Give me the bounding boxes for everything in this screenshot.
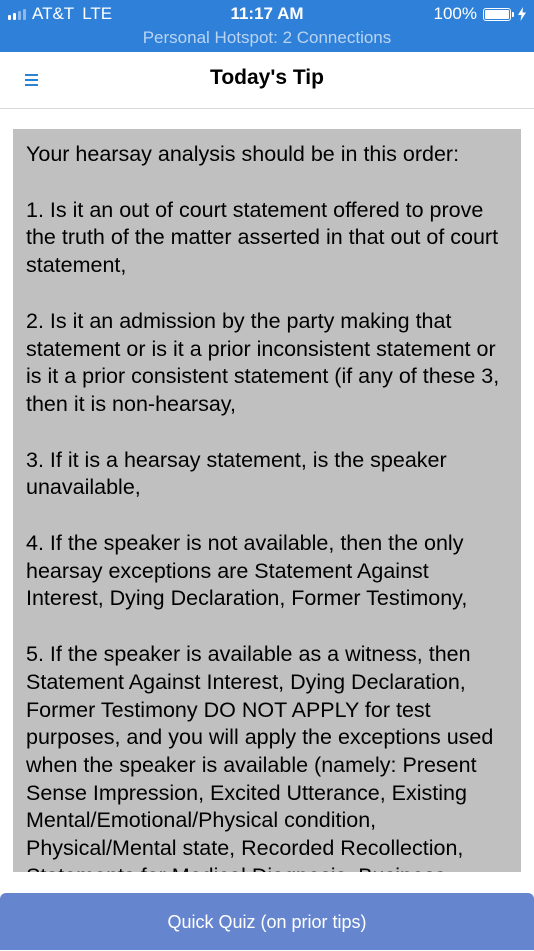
tip-paragraph: 4. If the speaker is not available, then… — [26, 531, 468, 611]
tip-paragraph: 3. If it is a hearsay statement, is the … — [26, 447, 447, 500]
charging-bolt-icon — [518, 7, 526, 21]
page-title: Today's Tip — [210, 66, 324, 89]
battery-percent: 100% — [433, 4, 477, 23]
status-bar: AT&T LTE 11:17 AM 100% Personal Hotspot:… — [0, 0, 534, 52]
status-right: 100% — [434, 4, 526, 24]
navigation-bar: Today's Tip — [0, 52, 534, 109]
tip-paragraph: 5. If the speaker is available as a witn… — [26, 642, 494, 872]
tip-paragraph: 2. Is it an admission by the party makin… — [26, 308, 500, 416]
quick-quiz-button[interactable]: Quick Quiz (on prior tips) — [0, 893, 534, 950]
tip-paragraph: 1. Is it an out of court statement offer… — [26, 197, 499, 278]
battery-icon — [483, 7, 514, 21]
hotspot-banner[interactable]: Personal Hotspot: 2 Connections — [0, 27, 534, 49]
tip-content-box[interactable]: Your hearsay analysis should be in this … — [13, 129, 521, 872]
tip-paragraph: Your hearsay analysis should be in this … — [26, 142, 460, 166]
